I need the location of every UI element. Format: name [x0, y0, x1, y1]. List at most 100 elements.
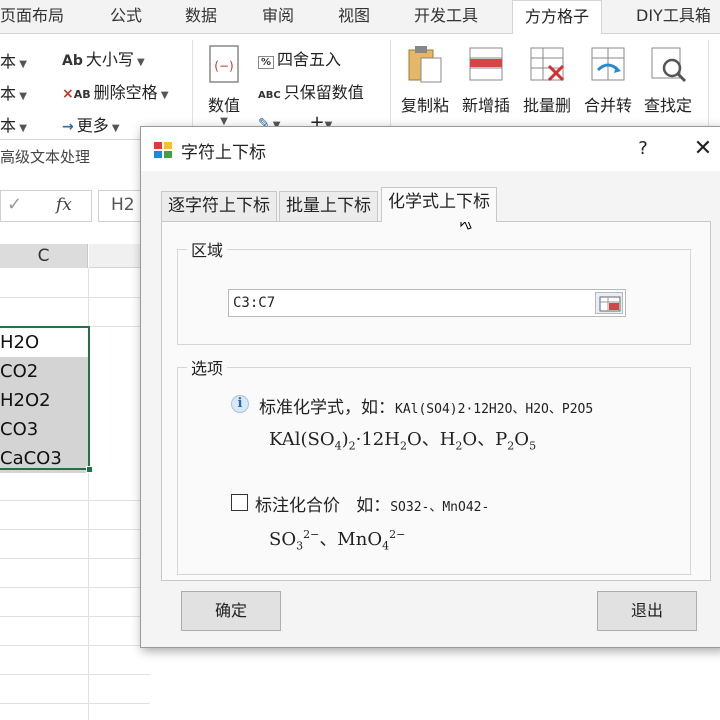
case-label: 大小写	[85, 50, 134, 69]
dropdown-arrow-icon: ▼	[16, 91, 27, 102]
grid-line	[0, 587, 150, 588]
exit-button[interactable]: 退出	[597, 591, 697, 631]
tab-page-layout[interactable]: 页面布局	[0, 0, 64, 34]
insert-rows-icon	[464, 42, 508, 86]
ribbon-text-item-3-label: 本	[0, 116, 17, 135]
app-icon	[153, 141, 173, 159]
insert-button[interactable]: 新增插	[456, 42, 516, 116]
find-locate-label: 查找定	[643, 96, 692, 115]
valence-checkbox[interactable]	[231, 494, 248, 511]
case-button[interactable]: Ab 大小写 ▼	[62, 46, 145, 70]
find-icon	[646, 42, 690, 86]
batch-delete-icon	[525, 42, 569, 86]
close-button[interactable]: ✕	[689, 135, 717, 163]
option-valence: 标注化合价 如：SO32-、MnO42-	[255, 491, 489, 516]
dropdown-arrow-icon: ▼	[108, 123, 120, 134]
round-button[interactable]: % 四舍五入	[258, 46, 341, 70]
dropdown-arrow-icon: ▼	[157, 90, 169, 101]
copy-paste-label: 复制粘	[400, 96, 449, 115]
ribbon-body: 本 ▼ 本 ▼ 本 ▼ Ab 大小写 ▼ ×AB 删除空格 ▼ → 更多 ▼ (−) …	[0, 34, 720, 140]
grid-line	[0, 645, 150, 646]
subscript-dialog: 字符上下标 ? ✕ 逐字符上下标 批量上下标 化学式上下标 区域 C3:C7 选…	[140, 126, 720, 648]
remove-spaces-label: 删除空格	[93, 83, 158, 102]
merge-convert-button[interactable]: 合并转	[578, 42, 638, 116]
case-icon: Ab	[62, 53, 83, 69]
dropdown-arrow-icon: ▼	[16, 123, 27, 134]
svg-text:(−): (−)	[214, 59, 233, 73]
batch-delete-label: 批量删	[522, 96, 571, 115]
option-standard-label: 标准化学式，如：	[259, 398, 395, 418]
fill-handle[interactable]	[86, 466, 93, 473]
range-select-button[interactable]	[595, 292, 623, 314]
help-button[interactable]: ?	[631, 135, 655, 163]
more-label: 更多	[76, 116, 109, 135]
grid-line	[0, 674, 150, 675]
tab-developer[interactable]: 开发工具	[414, 0, 478, 34]
options-group-label: 选项	[187, 355, 228, 379]
remove-spaces-icon: ×AB	[62, 86, 91, 102]
number-label: 数值	[207, 96, 240, 115]
grid-line	[0, 558, 150, 559]
dialog-title: 字符上下标	[181, 143, 266, 163]
find-locate-button[interactable]: 查找定	[638, 42, 698, 116]
ok-button[interactable]: 确定	[181, 591, 281, 631]
insert-label: 新增插	[461, 96, 510, 115]
range-group-label: 区域	[187, 237, 228, 261]
round-icon: %	[258, 56, 275, 69]
grid-line	[0, 529, 150, 530]
formula-preview-valence: SO32−、MnO42−	[269, 528, 406, 553]
grid-line	[0, 616, 150, 617]
round-label: 四舍五入	[277, 50, 342, 69]
ribbon-text-item-1-label: 本	[0, 52, 17, 71]
selection-outline	[0, 326, 90, 470]
grid-line	[0, 297, 150, 298]
formula-preview-standard: KAl(SO4)2·12H2O、H2O、P2O5	[269, 429, 537, 453]
confirm-icon[interactable]: ✓	[7, 194, 22, 215]
tab-batch[interactable]: 批量上下标	[279, 191, 378, 221]
option-valence-prefix: 如：	[356, 496, 391, 516]
copy-paste-button[interactable]: 复制粘	[395, 42, 455, 116]
ribbon-text-item-3[interactable]: 本 ▼	[0, 112, 27, 136]
ribbon-separator	[192, 40, 193, 135]
grid-line	[0, 500, 150, 501]
ribbon-text-item-1[interactable]: 本 ▼	[0, 48, 27, 72]
option-standard-formula: 标准化学式，如：KAl(SO4)2·12H2O、H2O、P2O5	[259, 393, 593, 418]
tab-view[interactable]: 视图	[338, 0, 370, 34]
option-valence-example: SO32-、MnO42-	[390, 500, 490, 515]
tab-review[interactable]: 审阅	[262, 0, 294, 34]
dropdown-arrow-icon: ▼	[133, 57, 145, 68]
number-button[interactable]: (−) 数值 ▼	[194, 42, 254, 127]
range-picker-icon	[599, 296, 621, 312]
tab-formulas[interactable]: 公式	[110, 0, 142, 34]
arrow-right-icon: →	[62, 119, 74, 135]
merge-convert-label: 合并转	[583, 96, 632, 115]
ribbon-separator	[390, 40, 391, 135]
dropdown-arrow-icon: ▼	[16, 59, 27, 70]
clipboard-icon	[403, 42, 447, 86]
tab-per-character[interactable]: 逐字符上下标	[161, 191, 277, 221]
tab-diy-toolbox[interactable]: DIY工具箱	[636, 0, 711, 34]
grid-line	[0, 703, 150, 704]
tab-fangfangezi[interactable]: 方方格子	[512, 0, 603, 35]
number-icon: (−)	[202, 42, 246, 86]
column-header-c[interactable]: C	[0, 244, 88, 268]
abc-icon: ABC	[258, 90, 281, 101]
option-valence-label: 标注化合价	[255, 496, 340, 516]
ribbon-text-item-2[interactable]: 本 ▼	[0, 80, 27, 104]
tab-data[interactable]: 数据	[185, 0, 217, 34]
merge-convert-icon	[586, 42, 630, 86]
ribbon-tab-bar: 页面布局 公式 数据 审阅 视图 开发工具 方方格子 DIY工具箱	[0, 0, 720, 35]
spreadsheet-grid	[0, 244, 150, 720]
dialog-titlebar[interactable]: 字符上下标 ? ✕	[141, 127, 720, 171]
ribbon-separator	[708, 40, 709, 135]
range-input[interactable]: C3:C7	[228, 289, 626, 317]
keep-value-button[interactable]: ABC 只保留数值	[258, 79, 364, 103]
more-button[interactable]: → 更多 ▼	[62, 112, 120, 136]
ribbon-group-label: 高级文本处理	[0, 148, 91, 166]
batch-delete-button[interactable]: 批量删	[517, 42, 577, 116]
insert-function-icon[interactable]: fx	[56, 195, 72, 215]
remove-spaces-button[interactable]: ×AB 删除空格 ▼	[62, 79, 169, 103]
info-icon: i	[231, 395, 249, 413]
tab-chemical-formula[interactable]: 化学式上下标	[381, 187, 497, 222]
option-standard-example: KAl(SO4)2·12H2O、H2O、P2O5	[395, 402, 594, 417]
